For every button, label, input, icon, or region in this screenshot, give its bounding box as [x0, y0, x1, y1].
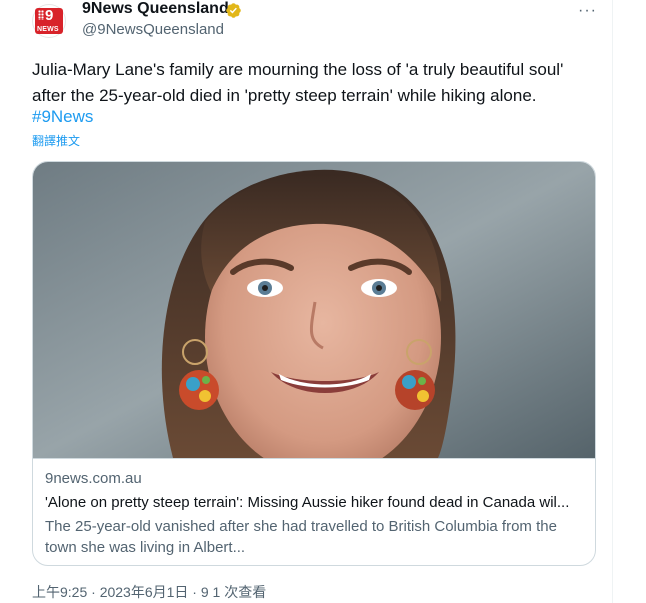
- card-title: 'Alone on pretty steep terrain': Missing…: [45, 494, 570, 511]
- logo-text: NEWS: [37, 26, 59, 33]
- author-avatar[interactable]: 9 NEWS: [32, 4, 66, 38]
- tweet-timestamp[interactable]: 上午9:25 · 2023年6月1日: [32, 584, 188, 600]
- card-description: The 25-year-old vanished after she had t…: [45, 518, 557, 556]
- article-photo: [33, 162, 595, 458]
- logo-number: 9: [45, 8, 54, 24]
- 9news-logo-icon: 9 NEWS: [35, 8, 63, 34]
- tweet-metadata: 上午9:25 · 2023年6月1日 · 9 1 次查看: [32, 582, 266, 602]
- hashtag-link[interactable]: #9News: [32, 107, 93, 127]
- column-divider: [612, 0, 613, 603]
- translate-tweet-link[interactable]: 翻譯推文: [32, 132, 80, 149]
- verified-badge-icon: [226, 3, 241, 18]
- card-domain: 9news.com.au: [45, 470, 142, 487]
- meta-separator: ·: [192, 584, 201, 600]
- author-handle[interactable]: @9NewsQueensland: [82, 21, 224, 38]
- tweet: 9 NEWS 9News Queensland @9NewsQueensland…: [0, 0, 618, 603]
- tweet-text: Julia-Mary Lane's family are mourning th…: [32, 60, 564, 105]
- more-options-icon[interactable]: ···: [578, 2, 597, 20]
- author-name[interactable]: 9News Queensland: [82, 0, 229, 18]
- link-preview-card[interactable]: 9news.com.au 'Alone on pretty steep terr…: [32, 161, 596, 566]
- card-info[interactable]: 9news.com.au 'Alone on pretty steep terr…: [33, 458, 595, 565]
- view-count: 9 1 次查看: [200, 584, 267, 600]
